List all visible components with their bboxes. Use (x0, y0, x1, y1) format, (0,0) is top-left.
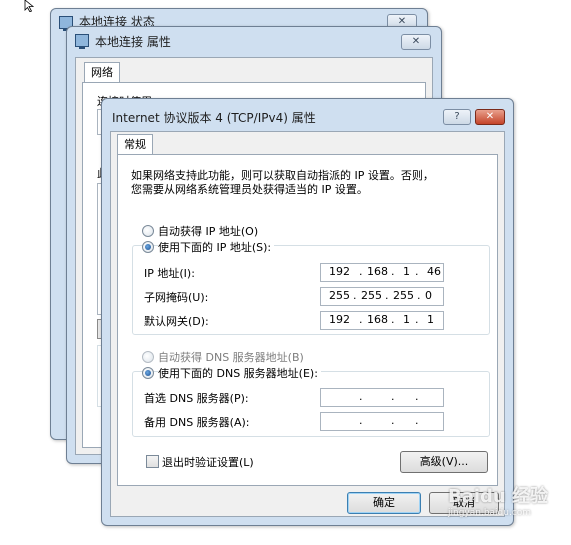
ip-octet-4: 46 (427, 265, 441, 278)
ip-octet-1: 192 (329, 265, 350, 278)
auto-dns-radio[interactable] (142, 351, 154, 363)
tab-general[interactable]: 常规 (117, 134, 153, 155)
validate-checkbox[interactable] (146, 455, 159, 468)
gateway-dot: . (359, 313, 363, 326)
network-icon (75, 34, 89, 49)
dns-dot: . (359, 414, 363, 427)
help-button[interactable]: ? (443, 109, 471, 125)
manual-ip-radio[interactable] (142, 241, 154, 253)
alternate-dns-field[interactable]: . . . (320, 412, 444, 431)
dialog-title: Internet 协议版本 4 (TCP/IPv4) 属性 (112, 111, 316, 125)
auto-ip-radio[interactable] (142, 225, 154, 237)
manual-dns-radio[interactable] (142, 367, 154, 379)
watermark-url: jingyan.baidu.com (448, 508, 532, 518)
general-panel: 如果网络支持此功能，则可以获取自动指派的 IP 设置。否则， 您需要从网络系统管… (117, 154, 498, 486)
advanced-button[interactable]: 高级(V)... (400, 451, 488, 473)
mouse-cursor-icon (24, 0, 35, 13)
subnet-octet-2: 255 (361, 289, 382, 302)
close-button[interactable]: ✕ (475, 109, 505, 125)
validate-label[interactable]: 退出时验证设置(L) (162, 454, 254, 470)
description-line-2: 您需要从网络系统管理员处获得适当的 IP 设置。 (131, 183, 368, 196)
ipv4-properties-dialog: Internet 协议版本 4 (TCP/IPv4) 属性 ? ✕ 常规 如果网… (101, 98, 514, 526)
ok-button[interactable]: 确定 (347, 492, 421, 514)
preferred-dns-label: 首选 DNS 服务器(P): (144, 392, 249, 405)
ip-dot: . (415, 265, 419, 278)
gateway-dot: . (415, 313, 419, 326)
gateway-dot: . (391, 313, 395, 326)
subnet-dot: . (353, 289, 357, 302)
dns-dot: . (391, 390, 395, 403)
ip-dot: . (359, 265, 363, 278)
subnet-octet-4: 0 (425, 289, 432, 302)
gateway-field[interactable]: 192 . 168 . 1 . 1 (320, 311, 444, 330)
subnet-mask-label: 子网掩码(U): (144, 291, 209, 304)
ip-address-field[interactable]: 192 . 168 . 1 . 46 (320, 263, 444, 282)
ip-dot: . (391, 265, 395, 278)
dns-dot: . (415, 390, 419, 403)
subnet-octet-1: 255 (329, 289, 350, 302)
subnet-dot: . (385, 289, 389, 302)
ip-octet-2: 168 (367, 265, 388, 278)
watermark: Baidu 经验 jingyan.baidu.com (448, 482, 566, 522)
gateway-octet-4: 1 (427, 313, 434, 326)
subnet-octet-3: 255 (393, 289, 414, 302)
watermark-logo: Baidu 经验 (448, 486, 549, 507)
auto-ip-label[interactable]: 自动获得 IP 地址(O) (158, 223, 258, 239)
dns-dot: . (391, 414, 395, 427)
manual-dns-label[interactable]: 使用下面的 DNS 服务器地址(E): (158, 365, 321, 381)
tab-network[interactable]: 网络 (84, 62, 120, 83)
dns-dot: . (415, 414, 419, 427)
subnet-dot: . (417, 289, 421, 302)
gateway-octet-3: 1 (403, 313, 410, 326)
gateway-label: 默认网关(D): (144, 315, 209, 328)
properties-window-title: 本地连接 属性 (95, 35, 171, 49)
manual-ip-label[interactable]: 使用下面的 IP 地址(S): (158, 239, 275, 255)
preferred-dns-field[interactable]: . . . (320, 388, 444, 407)
subnet-mask-field[interactable]: 255 . 255 . 255 . 0 (320, 287, 444, 306)
auto-dns-label[interactable]: 自动获得 DNS 服务器地址(B) (158, 349, 304, 365)
dialog-client: 常规 如果网络支持此功能，则可以获取自动指派的 IP 设置。否则， 您需要从网络… (110, 131, 505, 517)
ip-octet-3: 1 (403, 265, 410, 278)
ip-address-label: IP 地址(I): (144, 267, 195, 280)
properties-close-button[interactable]: ✕ (401, 34, 431, 50)
alternate-dns-label: 备用 DNS 服务器(A): (144, 416, 250, 429)
dns-dot: . (359, 390, 363, 403)
gateway-octet-1: 192 (329, 313, 350, 326)
gateway-octet-2: 168 (367, 313, 388, 326)
